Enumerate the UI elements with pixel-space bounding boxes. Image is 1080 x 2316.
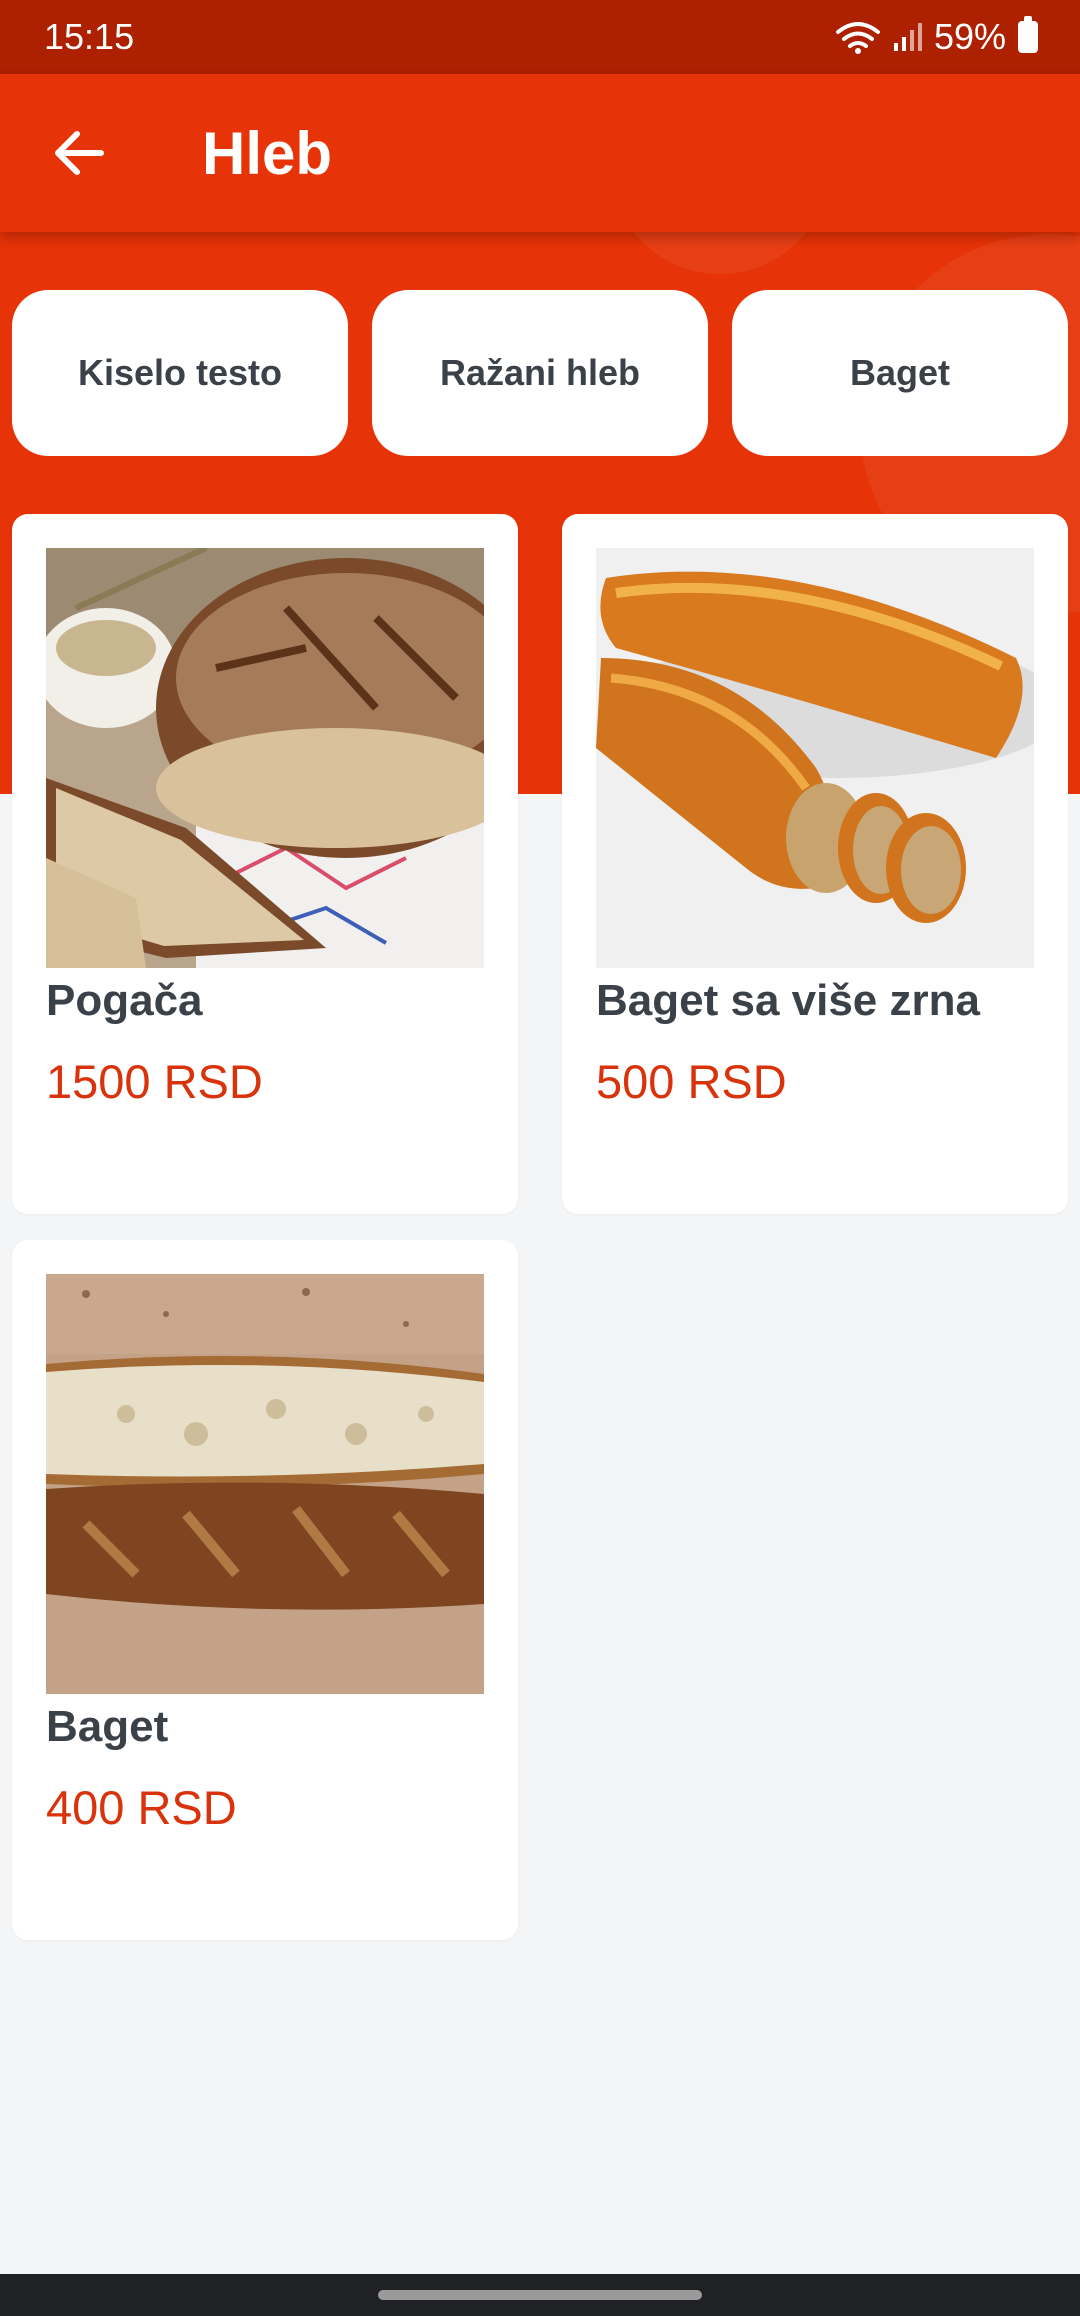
product-image-pogaca bbox=[46, 548, 484, 968]
navigation-bar bbox=[0, 2274, 1080, 2316]
arrow-left-icon bbox=[55, 131, 104, 175]
product-name: Baget sa više zrna bbox=[596, 976, 980, 1025]
status-icons: 59% bbox=[835, 16, 1038, 58]
product-image-baget-sa-vise-zrna bbox=[596, 548, 1034, 968]
product-card-pogaca[interactable]: Pogača 1500 RSD bbox=[12, 514, 518, 1214]
product-price: 400 RSD bbox=[46, 1781, 237, 1834]
signal-icon bbox=[893, 23, 922, 51]
product-price: 1500 RSD bbox=[46, 1055, 263, 1108]
product-name: Pogača bbox=[46, 976, 203, 1025]
product-image-baget bbox=[46, 1274, 484, 1694]
app-bar: Hleb bbox=[0, 74, 1080, 232]
chip-baget[interactable]: Baget bbox=[732, 290, 1068, 456]
home-gesture-handle[interactable] bbox=[378, 2290, 702, 2300]
page-title: Hleb bbox=[202, 119, 333, 187]
chip-razani-hleb[interactable]: Ražani hleb bbox=[372, 290, 708, 456]
category-chips: Kiselo testo Ražani hleb Baget bbox=[12, 290, 1068, 456]
battery-percent: 59% bbox=[933, 16, 1006, 57]
back-button[interactable] bbox=[24, 98, 134, 208]
product-price: 500 RSD bbox=[596, 1055, 787, 1108]
product-name: Baget bbox=[46, 1702, 169, 1751]
status-time: 15:15 bbox=[44, 16, 135, 57]
battery-icon bbox=[1018, 16, 1038, 53]
wifi-icon bbox=[835, 22, 880, 54]
chip-kiselo-testo[interactable]: Kiselo testo bbox=[12, 290, 348, 456]
product-card-baget-sa-vise-zrna[interactable]: Baget sa više zrna 500 RSD bbox=[562, 514, 1068, 1214]
status-bar: 15:15 59% bbox=[0, 0, 1080, 74]
product-card-baget[interactable]: Baget 400 RSD bbox=[12, 1240, 518, 1940]
